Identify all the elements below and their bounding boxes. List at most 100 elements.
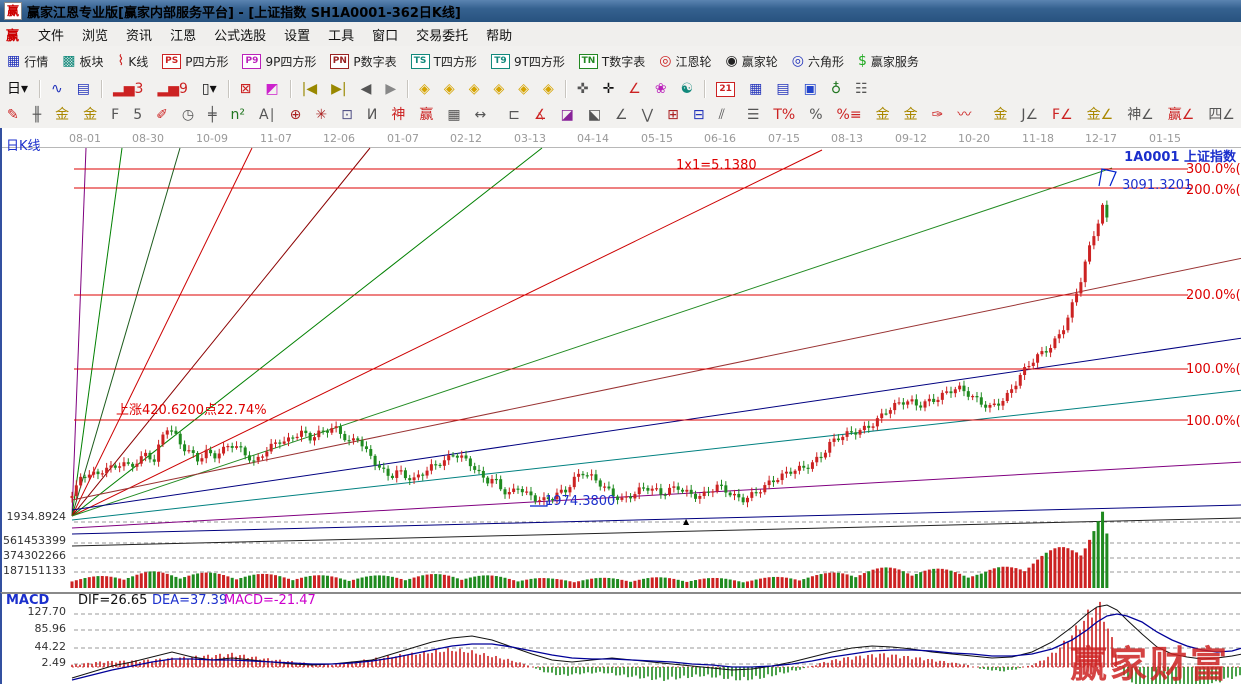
tool-notebook-button[interactable]: ▤ (770, 78, 795, 100)
menu-item-资讯[interactable]: 资讯 (117, 23, 161, 46)
kline-panel[interactable] (0, 128, 1241, 592)
tool-go-first-button[interactable]: |◀ (296, 78, 323, 100)
tool-scale-list-button[interactable]: ☰ (741, 104, 766, 126)
tool-browse-zigzag-button[interactable]: ∿ (45, 78, 69, 100)
toolbar-button-winner-wheel[interactable]: ◉赢家轮 (719, 50, 783, 73)
tool-window-style-selector-button[interactable]: 日▾ (1, 78, 34, 100)
toolbar-button-9t-square[interactable]: T99T四方形 (485, 50, 571, 73)
tool-save-button[interactable]: ▣ (798, 78, 823, 100)
tool-span-arrow-button[interactable]: ↔ (469, 104, 493, 126)
tool-candle-style-selector-button[interactable]: ▯▾ (196, 78, 223, 100)
toolbar-button-winner-service[interactable]: $赢家服务 (852, 50, 925, 73)
tool-i-quote-button[interactable]: И (361, 104, 383, 126)
tool-n-squared-button[interactable]: n² (225, 104, 252, 126)
tool-crosshair-button[interactable]: ✛ (597, 78, 621, 100)
tool-fence3-button[interactable]: ╪ (202, 104, 222, 126)
toolbar-button-quotes[interactable]: ▦行情 (1, 50, 54, 73)
tool-gold-angle-button[interactable]: 金∠ (1081, 104, 1120, 126)
tool-fan-lines-button[interactable]: ∡ (528, 104, 553, 126)
tool-wave-gold-button[interactable]: 〰 (951, 104, 977, 126)
menu-item-交易委托[interactable]: 交易委托 (407, 23, 477, 46)
tool-diamond-left-button[interactable]: ◈ (413, 78, 436, 100)
tool-pen-tool-button[interactable]: ✎ (1, 104, 25, 126)
tool-angle-pen-button[interactable]: ✐ (150, 104, 174, 126)
tool-brain-pattern-button[interactable]: ☯ (675, 78, 700, 100)
tool-petal-tool-button[interactable]: ❀ (649, 78, 673, 100)
tool-v-wave-button[interactable]: ⋁ (636, 104, 659, 126)
tool-diamond-compress-button[interactable]: ◈ (537, 78, 560, 100)
tool-diamond-right-button[interactable]: ◈ (438, 78, 461, 100)
tool-step-back-button[interactable]: ◀ (355, 78, 378, 100)
tool-info-report-button[interactable]: ▤ (71, 78, 96, 100)
tool-bars-9-button[interactable]: ▂▅9 (151, 78, 193, 100)
tool-j-angle-button[interactable]: J∠ (1015, 104, 1044, 126)
tool-calendar-21-button[interactable]: 21 (710, 79, 741, 100)
toolbar-button-hexagon[interactable]: ◎六角形 (786, 50, 850, 73)
tool-pan-hand-button[interactable]: ✜ (571, 78, 595, 100)
box-ruler-icon: ⊏ (508, 107, 520, 123)
tool-percent-line-button[interactable]: T% (767, 104, 801, 126)
tool-grid-wheel-button[interactable]: ⊡ (335, 104, 359, 126)
tool-calculator-button[interactable]: ▦ (743, 78, 768, 100)
toolbar-button-p-square[interactable]: PSP四方形 (156, 50, 234, 73)
tool-shen-grid-button[interactable]: 神 (385, 104, 411, 126)
tool-brush-button[interactable]: ✑ (926, 104, 950, 126)
tool-fence-tool-button[interactable]: ╫ (27, 104, 47, 126)
tool-circle-cross-button[interactable]: ⊕ (284, 104, 308, 126)
tool-clock-circle-button[interactable]: ◷ (176, 104, 200, 126)
menu-item-文件[interactable]: 文件 (29, 23, 73, 46)
clock-circle-icon: ◷ (182, 107, 194, 123)
tool-go-last-button[interactable]: ▶| (325, 78, 352, 100)
tool-ying-grid-button[interactable]: 赢 (413, 104, 439, 126)
menu-item-帮助[interactable]: 帮助 (477, 23, 521, 46)
tool-angle-lines-button[interactable]: ∠ (609, 104, 634, 126)
tool-diamond-vspan-button[interactable]: ◈ (487, 78, 510, 100)
tool-volume-profile-button[interactable]: ◩ (259, 78, 284, 100)
tool-box-ruler-button[interactable]: ⊏ (502, 104, 526, 126)
tool-angle-measure-button[interactable]: ∠ (622, 78, 647, 100)
tool-percent-eq-button[interactable]: %≡ (831, 104, 868, 126)
tool-gold-fence-button[interactable]: 金 (49, 104, 75, 126)
tool-star-wheel-button[interactable]: ✳ (309, 104, 333, 126)
tool-blue-grid-button[interactable]: ⊟ (687, 104, 711, 126)
tool-red-grid-button[interactable]: ⊞ (661, 104, 685, 126)
tool-gold-fence2-button[interactable]: 金 (77, 104, 103, 126)
toolbar-button-gann-wheel[interactable]: ◎江恩轮 (653, 50, 717, 73)
toolbar-button-9p-square[interactable]: P99P四方形 (236, 50, 322, 73)
menu-item-设置[interactable]: 设置 (275, 23, 319, 46)
toolbar-button-sectors[interactable]: ▩板块 (56, 50, 109, 73)
tool-fan-box-button[interactable]: ◪ (555, 104, 580, 126)
menu-item-浏览[interactable]: 浏览 (73, 23, 117, 46)
menu-item-窗口[interactable]: 窗口 (363, 23, 407, 46)
tool-si-angle-button[interactable]: 四∠ (1202, 104, 1241, 126)
toolbar-button-t-square[interactable]: TST四方形 (405, 50, 483, 73)
tool-mirror-a-button[interactable]: A∣ (253, 104, 282, 126)
tool-diamond-expand-button[interactable]: ◈ (512, 78, 535, 100)
tool-diamond-hspan-button[interactable]: ◈ (463, 78, 486, 100)
tool-gold-line-button[interactable]: 金 (898, 104, 924, 126)
tool-spiral-5-button[interactable]: 5 (127, 104, 148, 126)
toolbar-button-t-number-table[interactable]: TNT数字表 (573, 50, 651, 73)
toolbar-button-p-number-table[interactable]: PNP数字表 (324, 50, 402, 73)
tool-shen-angle-button[interactable]: 神∠ (1121, 104, 1160, 126)
tool-percent-button[interactable]: % (803, 104, 828, 126)
tool-time-ruler-button[interactable]: ▦ (441, 104, 466, 126)
tool-parallel-lines-button[interactable]: ⫽ (713, 104, 731, 126)
tool-step-forward-button[interactable]: ▶ (379, 78, 402, 100)
tool-f-angle-button[interactable]: F∠ (1046, 104, 1079, 126)
panel-type-label[interactable]: 日K线 (6, 135, 41, 154)
tool-web-button[interactable]: ♁ (825, 78, 847, 100)
tool-fan-box2-button[interactable]: ⬕ (582, 104, 607, 126)
tool-gold-underline-button[interactable]: 金 (987, 104, 1013, 126)
menu-item-公式选股[interactable]: 公式选股 (205, 23, 275, 46)
tool-printer-button[interactable]: ☷ (849, 78, 874, 100)
menu-item-工具[interactable]: 工具 (319, 23, 363, 46)
menu-item-江恩[interactable]: 江恩 (161, 23, 205, 46)
tool-bars-3-button[interactable]: ▂▅3 (107, 78, 149, 100)
tool-map-button[interactable]: ⊠ (234, 78, 258, 100)
tool-f-fence-button[interactable]: F (105, 104, 125, 126)
tool-gold-circle-button[interactable]: 金 (870, 104, 896, 126)
tool-ying-angle-button[interactable]: 赢∠ (1162, 104, 1201, 126)
toolbar-button-kline[interactable]: ⌇K线 (112, 50, 155, 73)
date-tick: 01-15 (1149, 132, 1181, 145)
